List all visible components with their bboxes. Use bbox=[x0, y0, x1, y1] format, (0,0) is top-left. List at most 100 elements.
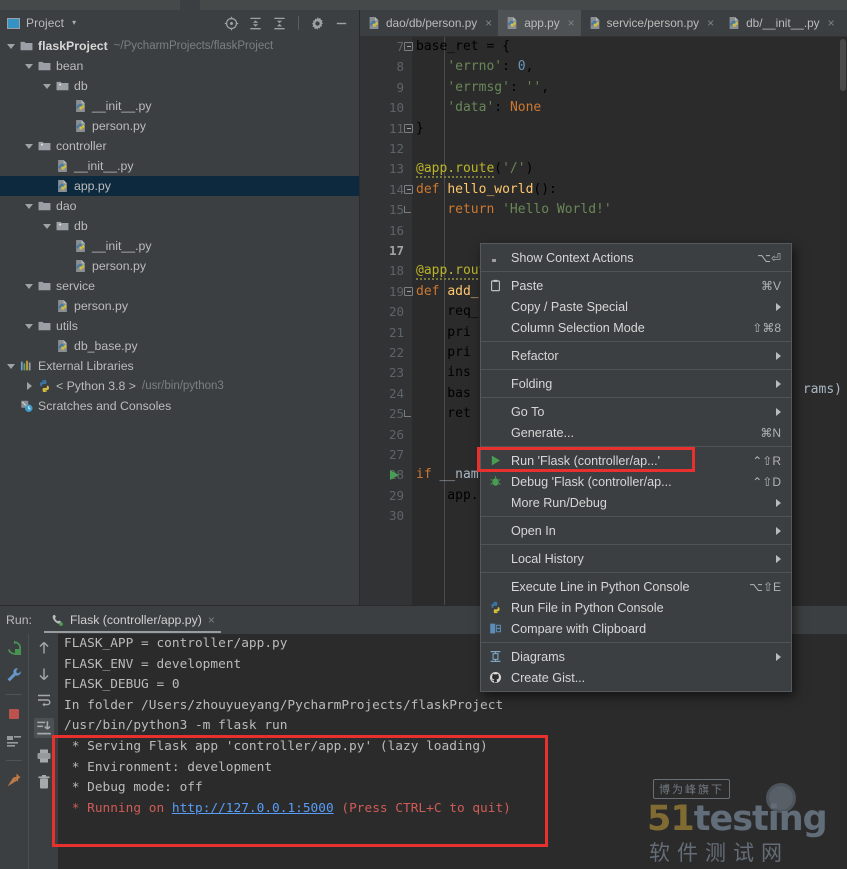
scroll-to-end-icon[interactable] bbox=[33, 718, 54, 738]
up-arrow-icon[interactable] bbox=[36, 640, 52, 656]
gutter-line: 15 bbox=[360, 200, 412, 220]
menu-item-run-file-in-python-console[interactable]: Run File in Python Console bbox=[481, 597, 791, 618]
rerun-icon[interactable] bbox=[6, 640, 22, 656]
close-icon[interactable]: × bbox=[485, 16, 492, 30]
run-gutter-icon[interactable] bbox=[390, 470, 399, 481]
editor-context-menu[interactable]: Show Context Actions ⌥⏎ Paste ⌘V Copy / Past… bbox=[477, 243, 792, 692]
tree-item-db-base-py[interactable]: db_base.py bbox=[0, 336, 359, 356]
tree-item-person-py[interactable]: person.py bbox=[0, 296, 359, 316]
console-actions-toolbar[interactable] bbox=[28, 634, 58, 869]
code-line[interactable]: def hello_world(): bbox=[416, 180, 847, 200]
run-configuration-tab[interactable]: Flask (controller/app.py) × bbox=[43, 607, 221, 633]
editor-tab-service-person-py[interactable]: service/person.py × bbox=[581, 10, 720, 36]
tree-item--init-py[interactable]: __init__.py bbox=[0, 96, 359, 116]
python-file-icon bbox=[369, 17, 379, 29]
menu-icon-placeholder bbox=[489, 300, 505, 314]
tree-item-db[interactable]: db bbox=[0, 76, 359, 96]
chevron-right-icon[interactable] bbox=[24, 381, 35, 392]
tree-item-scratches-and-consoles[interactable]: Scratches and Consoles bbox=[0, 396, 359, 416]
gear-icon[interactable] bbox=[310, 16, 325, 31]
code-line[interactable]: } bbox=[416, 119, 847, 139]
menu-item-more-run-debug[interactable]: More Run/Debug bbox=[481, 492, 791, 513]
menu-item-run-flask-controller-ap[interactable]: Run 'Flask (controller/ap...' ⌃⇧R bbox=[477, 447, 791, 472]
tree-item-utils[interactable]: utils bbox=[0, 316, 359, 336]
editor-tab-dao-db-person-py[interactable]: dao/db/person.py × bbox=[360, 10, 498, 36]
code-line[interactable] bbox=[416, 221, 847, 241]
tree-item-service[interactable]: service bbox=[0, 276, 359, 296]
menu-item-label: Diagrams bbox=[511, 649, 565, 664]
console-url-link[interactable]: http://127.0.0.1:5000 bbox=[172, 801, 334, 816]
chevron-down-icon[interactable] bbox=[6, 361, 17, 372]
chevron-down-icon[interactable]: ▾ bbox=[72, 19, 76, 27]
wrench-icon[interactable] bbox=[6, 667, 22, 683]
code-line[interactable]: 'errmsg': '', bbox=[416, 78, 847, 98]
chevron-down-icon[interactable] bbox=[6, 41, 17, 52]
print-icon[interactable] bbox=[36, 748, 52, 764]
chevron-down-icon[interactable] bbox=[24, 321, 35, 332]
menu-item-folding[interactable]: Folding bbox=[481, 373, 791, 394]
menu-item-open-in[interactable]: Open In bbox=[481, 520, 791, 541]
tree-item-dao[interactable]: dao bbox=[0, 196, 359, 216]
fold-end-marker[interactable] bbox=[404, 206, 411, 214]
down-arrow-icon[interactable] bbox=[36, 666, 52, 682]
menu-item-debug-flask-controller-ap[interactable]: Debug 'Flask (controller/ap... ⌃⇧D bbox=[481, 471, 791, 492]
console-line: * Environment: development bbox=[64, 759, 273, 775]
tree-item-external-libraries[interactable]: External Libraries bbox=[0, 356, 359, 376]
soft-wrap-icon[interactable] bbox=[36, 692, 52, 708]
editor-tab-app-py[interactable]: app.py × bbox=[498, 10, 581, 36]
editor-gutter[interactable]: 7 8 9 10 11 12 13 14 15 16 17 18 19 20 21 22 23 24 25 26 27 2… bbox=[360, 37, 413, 605]
menu-item-create-gist[interactable]: Create Gist... bbox=[481, 667, 791, 688]
menu-item-refactor[interactable]: Refactor bbox=[481, 345, 791, 366]
menu-item-generate[interactable]: Generate... ⌘N bbox=[481, 422, 791, 443]
chevron-down-icon[interactable] bbox=[24, 281, 35, 292]
menu-item-show-context-actions[interactable]: Show Context Actions ⌥⏎ bbox=[481, 247, 791, 268]
tree-item--init-py[interactable]: __init__.py bbox=[0, 156, 359, 176]
project-file-tree[interactable]: flaskProject ~/PycharmProjects/flaskProje… bbox=[0, 36, 359, 605]
code-line[interactable]: 'data': None bbox=[416, 98, 847, 118]
code-line[interactable] bbox=[416, 139, 847, 159]
close-icon[interactable]: × bbox=[828, 16, 835, 30]
tree-item-person-py[interactable]: person.py bbox=[0, 116, 359, 136]
close-icon[interactable]: × bbox=[568, 16, 575, 30]
tree-item-app-py[interactable]: app.py bbox=[0, 176, 359, 196]
tree-item-db[interactable]: db bbox=[0, 216, 359, 236]
chevron-down-icon[interactable] bbox=[24, 141, 35, 152]
menu-item-execute-line-in-python-console[interactable]: Execute Line in Python Console ⌥⇧E bbox=[481, 576, 791, 597]
menu-item-diagrams[interactable]: Diagrams bbox=[481, 646, 791, 667]
fold-end-marker[interactable] bbox=[404, 410, 411, 418]
locate-icon[interactable] bbox=[224, 16, 239, 31]
minimize-icon[interactable] bbox=[334, 16, 349, 31]
tree-item-bean[interactable]: bean bbox=[0, 56, 359, 76]
chevron-down-icon[interactable] bbox=[42, 221, 53, 232]
menu-item-local-history[interactable]: Local History bbox=[481, 548, 791, 569]
close-icon[interactable]: × bbox=[208, 613, 215, 627]
pin-icon[interactable] bbox=[6, 772, 22, 788]
menu-item-paste[interactable]: Paste ⌘V bbox=[481, 275, 791, 296]
trash-icon[interactable] bbox=[36, 774, 52, 790]
layout-icon[interactable] bbox=[6, 733, 22, 749]
menu-item-column-selection-mode[interactable]: Column Selection Mode ⇧⌘8 bbox=[481, 317, 791, 338]
menu-item-go-to[interactable]: Go To bbox=[481, 401, 791, 422]
code-line[interactable]: return 'Hello World!' bbox=[416, 200, 847, 220]
expand-all-icon[interactable] bbox=[248, 16, 263, 31]
line-number: 23 bbox=[388, 365, 404, 381]
editor-tab-db-init-py[interactable]: db/__init__.py × bbox=[720, 10, 840, 36]
tree-item--python-3-8-[interactable]: < Python 3.8 > /usr/bin/python3 bbox=[0, 376, 359, 396]
code-line[interactable]: 'errno': 0, bbox=[416, 57, 847, 77]
tree-item--init-py[interactable]: __init__.py bbox=[0, 236, 359, 256]
chevron-down-icon[interactable] bbox=[24, 201, 35, 212]
close-icon[interactable]: × bbox=[707, 16, 714, 30]
tree-item-flaskproject[interactable]: flaskProject ~/PycharmProjects/flaskProje… bbox=[0, 36, 359, 56]
chevron-down-icon[interactable] bbox=[24, 61, 35, 72]
tree-item-person-py[interactable]: person.py bbox=[0, 256, 359, 276]
editor-scrollbar[interactable] bbox=[839, 37, 847, 605]
menu-item-compare-with-clipboard[interactable]: Compare with Clipboard bbox=[481, 618, 791, 639]
stop-icon[interactable] bbox=[6, 706, 22, 722]
run-actions-toolbar[interactable] bbox=[0, 634, 28, 869]
collapse-all-icon[interactable] bbox=[272, 16, 287, 31]
menu-item-copy-paste-special[interactable]: Copy / Paste Special bbox=[481, 296, 791, 317]
tree-item-controller[interactable]: controller bbox=[0, 136, 359, 156]
code-line[interactable]: @app.route('/') bbox=[416, 159, 847, 179]
chevron-down-icon[interactable] bbox=[42, 81, 53, 92]
code-line[interactable]: base_ret = { bbox=[416, 37, 847, 57]
